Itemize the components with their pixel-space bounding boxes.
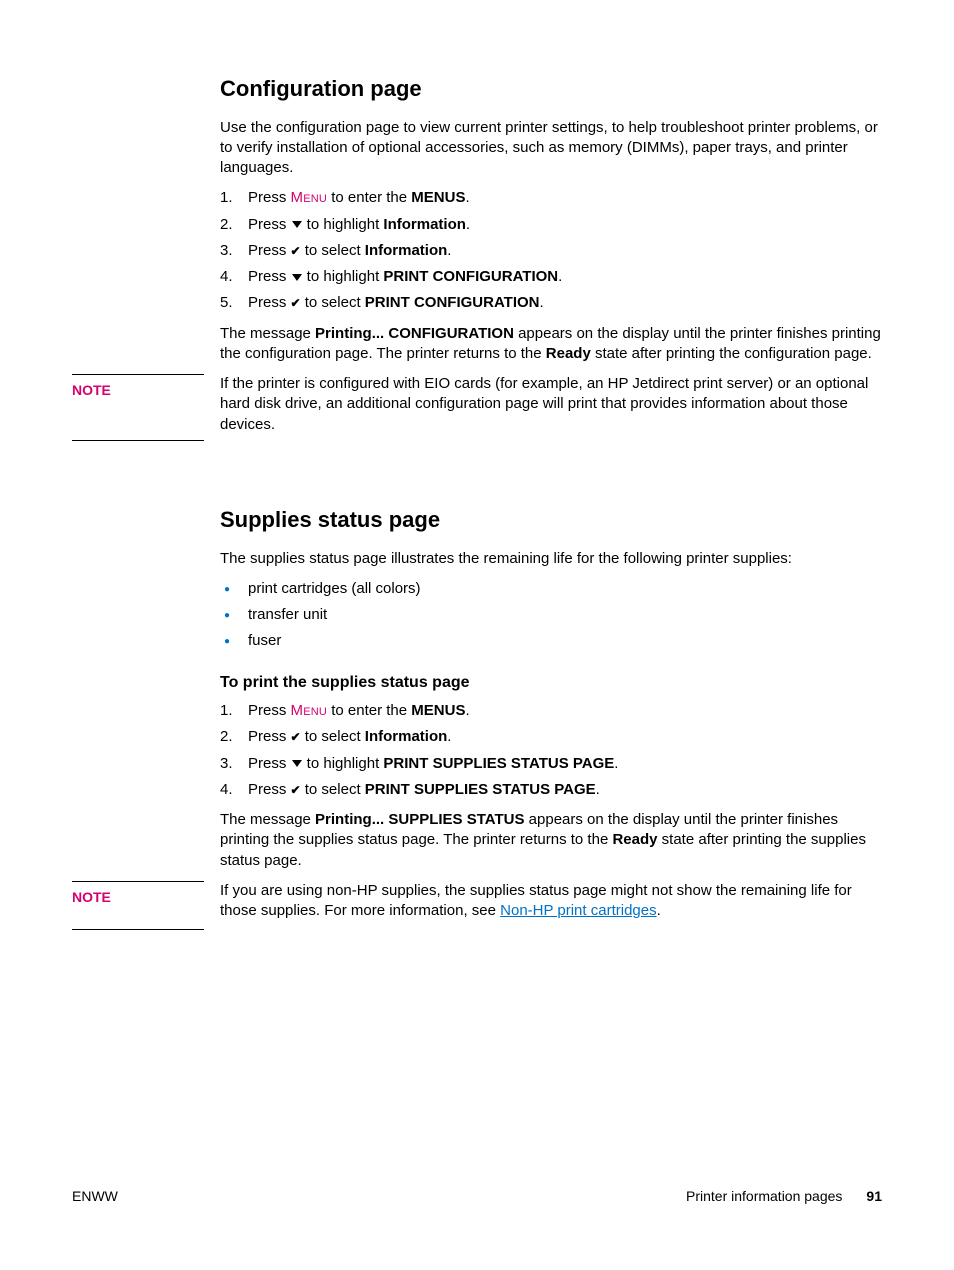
bullet-transfer: transfer unit <box>220 605 882 625</box>
config-step-5: Press ✔ to select PRINT CONFIGURATION. <box>220 293 882 313</box>
check-icon: ✔ <box>291 782 301 798</box>
supplies-intro: The supplies status page illustrates the… <box>220 549 882 569</box>
bullet-cartridges: print cartridges (all colors) <box>220 579 882 599</box>
note-body: If the printer is configured with EIO ca… <box>220 374 882 435</box>
note-label: NOTE <box>72 881 204 930</box>
check-icon: ✔ <box>291 729 301 745</box>
check-icon: ✔ <box>291 295 301 311</box>
page-footer: ENWW Printer information pages 91 <box>72 1187 882 1206</box>
supplies-after: The message Printing... SUPPLIES STATUS … <box>220 810 882 871</box>
supplies-step-1: Press Menu to enter the MENUS. <box>220 701 882 721</box>
page-content: Configuration page Use the configuration… <box>72 64 882 951</box>
config-note: NOTE If the printer is configured with E… <box>72 374 882 435</box>
config-intro: Use the configuration page to view curre… <box>220 118 882 179</box>
supplies-step-4: Press ✔ to select PRINT SUPPLIES STATUS … <box>220 780 882 800</box>
supplies-subheading: To print the supplies status page <box>220 672 882 694</box>
footer-left: ENWW <box>72 1187 118 1206</box>
supplies-step-2: Press ✔ to select Information. <box>220 727 882 747</box>
down-arrow-icon <box>292 221 302 228</box>
footer-section: Printer information pages <box>686 1187 842 1206</box>
supplies-bullets: print cartridges (all colors) transfer u… <box>220 579 882 652</box>
check-icon: ✔ <box>291 243 301 259</box>
non-hp-link[interactable]: Non-HP print cartridges <box>500 902 656 919</box>
menu-label: Menu <box>291 189 328 206</box>
config-step-4: Press to highlight PRINT CONFIGURATION. <box>220 267 882 287</box>
supplies-heading: Supplies status page <box>220 505 882 535</box>
config-step-3: Press ✔ to select Information. <box>220 241 882 261</box>
supplies-steps: Press Menu to enter the MENUS. Press ✔ t… <box>220 701 882 800</box>
supplies-step-3: Press to highlight PRINT SUPPLIES STATUS… <box>220 754 882 774</box>
config-after: The message Printing... CONFIGURATION ap… <box>220 324 882 365</box>
supplies-section: Supplies status page The supplies status… <box>220 505 882 871</box>
note-label: NOTE <box>72 374 204 441</box>
bullet-fuser: fuser <box>220 631 882 651</box>
config-section: Configuration page Use the configuration… <box>220 74 882 364</box>
supplies-note: NOTE If you are using non-HP supplies, t… <box>72 881 882 922</box>
menu-label: Menu <box>291 702 328 719</box>
config-steps: Press Menu to enter the MENUS. Press to … <box>220 188 882 313</box>
config-step-1: Press Menu to enter the MENUS. <box>220 188 882 208</box>
down-arrow-icon <box>292 274 302 281</box>
footer-page-number: 91 <box>866 1187 882 1206</box>
note-body: If you are using non-HP supplies, the su… <box>220 881 882 922</box>
config-heading: Configuration page <box>220 74 882 104</box>
down-arrow-icon <box>292 760 302 767</box>
config-step-2: Press to highlight Information. <box>220 215 882 235</box>
